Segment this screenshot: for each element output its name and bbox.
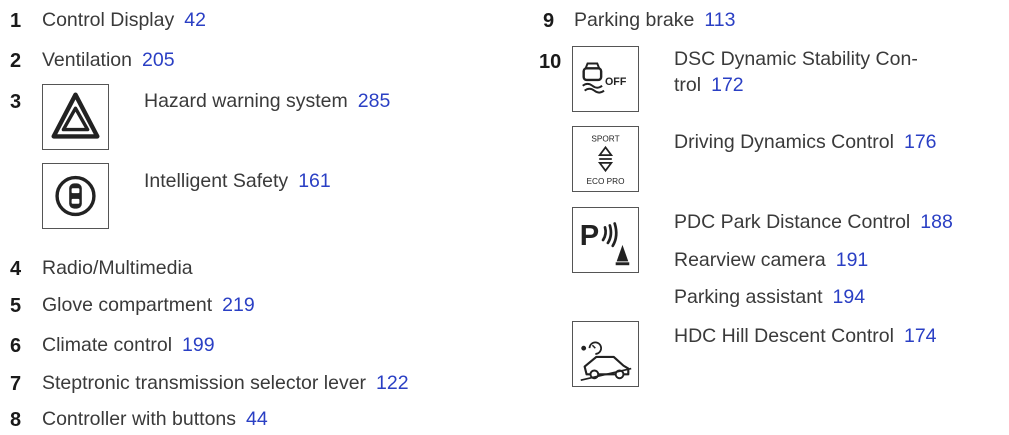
item-ventilation: Ventilation 205 (42, 49, 175, 71)
item-label: Driving Dynamics Control (674, 131, 894, 153)
svg-text:SPORT: SPORT (591, 135, 619, 144)
item-number-10: 10 (539, 51, 562, 73)
item-label-line1: DSC Dynamic Stability Con- (674, 48, 918, 70)
item-rearview-camera: Rearview camera 191 (674, 249, 869, 271)
item-parking-assistant: Parking assistant 194 (674, 286, 866, 308)
item-label: Ventilation (42, 49, 132, 71)
item-glove-compartment: Glove compartment 219 (42, 294, 255, 316)
item-label: Intelligent Safety (144, 170, 289, 192)
item-label: Parking assistant (674, 286, 823, 308)
item-label-line2: trol (674, 74, 702, 97)
item-label: PDC Park Distance Control (674, 211, 911, 233)
dsc-off-icon: OFF (572, 46, 639, 112)
item-label: Steptronic transmission selector lever (42, 372, 367, 394)
page-ref[interactable]: 44 (246, 408, 268, 430)
item-hazard-warning: Hazard warning system 285 (144, 90, 391, 112)
item-label: Climate control (42, 334, 173, 356)
item-number-3: 3 (10, 91, 22, 113)
item-number-9: 9 (543, 10, 555, 32)
item-control-display: Control Display 42 (42, 9, 206, 31)
page-ref[interactable]: 42 (184, 9, 206, 31)
item-number-8: 8 (10, 409, 22, 431)
item-label: Parking brake (574, 9, 695, 31)
item-climate-control: Climate control 199 (42, 334, 215, 356)
item-number-4: 4 (10, 258, 22, 280)
page-ref[interactable]: 285 (358, 90, 391, 112)
hdc-icon (572, 321, 639, 387)
item-steptronic: Steptronic transmission selector lever 12… (42, 372, 409, 394)
page-ref[interactable]: 191 (836, 249, 869, 271)
page-ref[interactable]: 219 (222, 294, 255, 316)
page-ref[interactable]: 174 (904, 325, 937, 347)
pdc-icon: P (572, 207, 639, 273)
item-number-2: 2 (10, 50, 22, 72)
item-label: Control Display (42, 9, 175, 31)
page-ref[interactable]: 194 (833, 286, 866, 308)
svg-text:ECO PRO: ECO PRO (587, 177, 626, 186)
item-intelligent-safety: Intelligent Safety 161 (144, 170, 331, 192)
item-label: Glove compartment (42, 294, 213, 316)
item-label: Rearview camera (674, 249, 826, 271)
item-number-1: 1 (10, 10, 22, 32)
page-ref[interactable]: 188 (920, 211, 953, 233)
item-parking-brake: Parking brake 113 (574, 9, 735, 31)
item-number-7: 7 (10, 373, 22, 395)
page-ref[interactable]: 176 (904, 131, 937, 153)
page-ref[interactable]: 122 (376, 372, 409, 394)
item-label: Hazard warning system (144, 90, 348, 112)
page-ref[interactable]: 172 (711, 74, 744, 96)
item-hdc: HDC Hill Descent Control 174 (674, 325, 937, 347)
item-number-5: 5 (10, 295, 22, 317)
item-label: Controller with buttons (42, 408, 237, 430)
sport-ecopro-icon: SPORT ECO PRO (572, 126, 639, 192)
page-ref[interactable]: 205 (142, 49, 175, 71)
page-ref[interactable]: 113 (704, 9, 735, 31)
item-pdc: PDC Park Distance Control 188 (674, 211, 953, 233)
svg-text:OFF: OFF (605, 76, 627, 88)
intelligent-safety-icon (42, 163, 109, 229)
item-label: Radio/Multimedia (42, 257, 193, 279)
page-ref[interactable]: 161 (298, 170, 331, 192)
hazard-triangle-icon (42, 84, 109, 150)
svg-text:P: P (580, 220, 599, 252)
item-number-6: 6 (10, 335, 22, 357)
item-controller: Controller with buttons 44 (42, 408, 268, 430)
item-radio-multimedia: Radio/Multimedia (42, 257, 193, 279)
item-label: HDC Hill Descent Control (674, 325, 894, 347)
page-ref[interactable]: 199 (182, 334, 215, 356)
item-dsc: DSC Dynamic Stability Con- trol 172 (674, 46, 918, 99)
item-driving-dynamics: Driving Dynamics Control 176 (674, 131, 937, 153)
